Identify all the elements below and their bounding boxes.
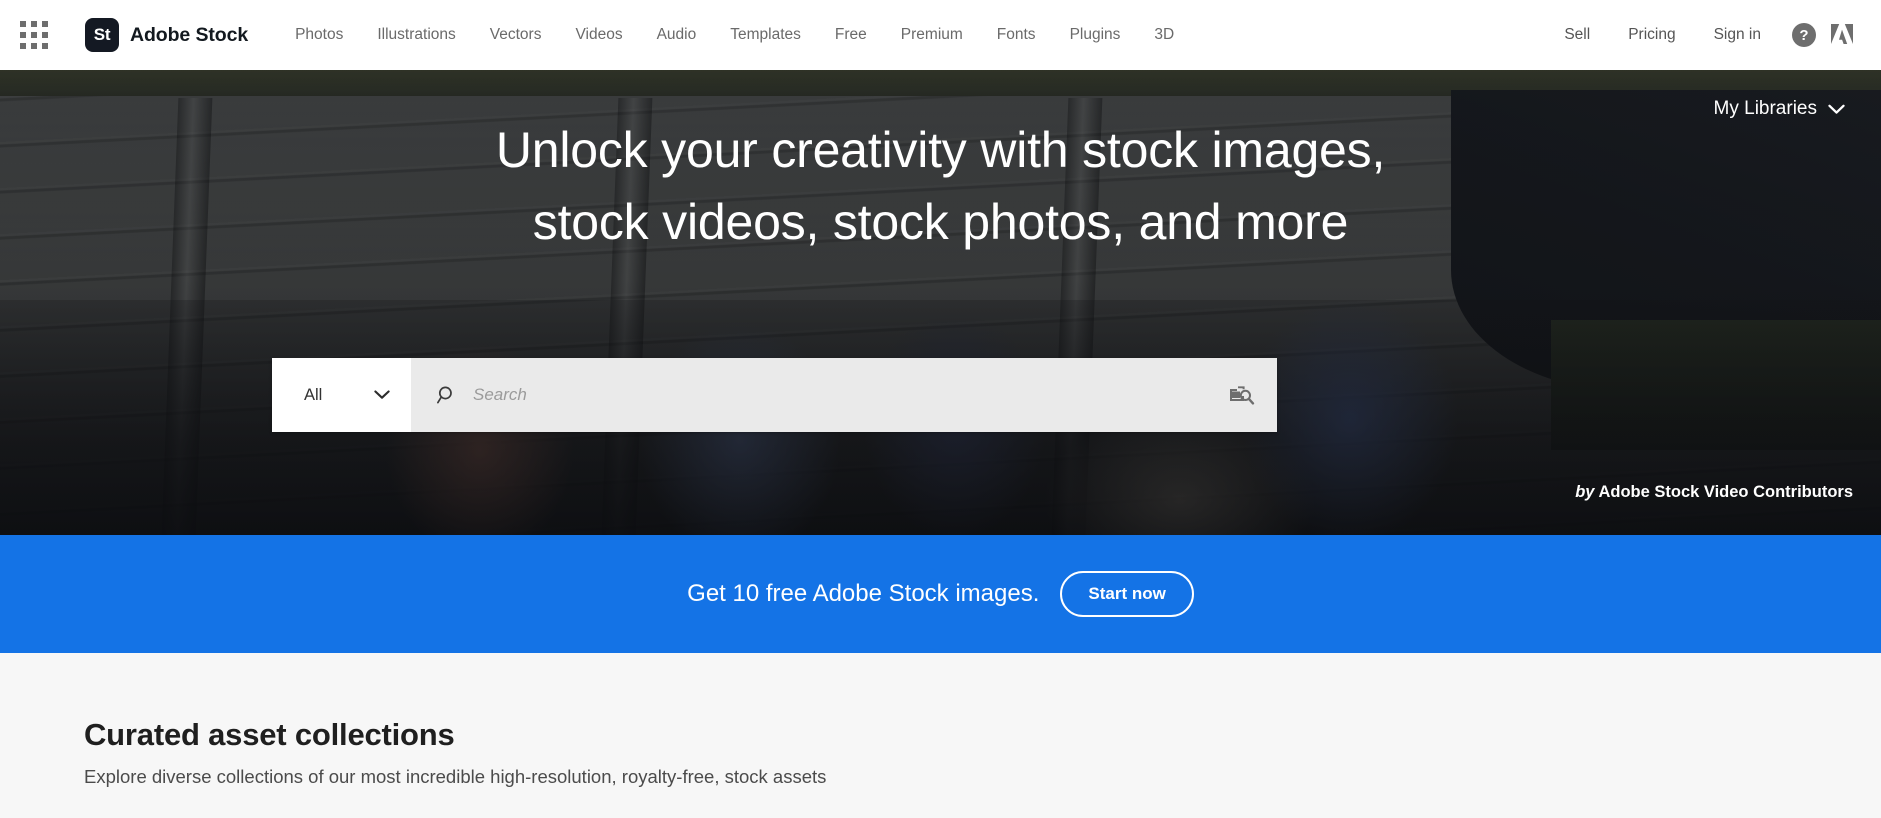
attribution-prefix: by [1575,483,1595,501]
nav-item-audio[interactable]: Audio [640,18,714,52]
primary-nav: Photos Illustrations Vectors Videos Audi… [278,18,1191,52]
nav-item-vectors[interactable]: Vectors [473,18,559,52]
help-circle-icon[interactable]: ? [1792,23,1816,47]
nav-item-photos[interactable]: Photos [278,18,360,52]
nav-item-templates[interactable]: Templates [713,18,818,52]
curated-collections-section: Curated asset collections Explore divers… [0,653,1881,818]
section-title: Curated asset collections [84,717,455,752]
brand-name: Adobe Stock [130,23,249,46]
pricing-link[interactable]: Pricing [1609,18,1694,52]
nav-item-illustrations[interactable]: Illustrations [360,18,472,52]
hero-banner: My Libraries Unlock your creativity with… [0,70,1881,535]
search-input[interactable] [473,385,1213,405]
hero-headline-line-2: stock videos, stock photos, and more [532,194,1349,250]
hero-headline: Unlock your creativity with stock images… [0,114,1881,258]
hero-content: My Libraries Unlock your creativity with… [0,70,1881,535]
hero-attribution: by Adobe Stock Video Contributors [1575,483,1853,502]
chevron-down-icon [1828,104,1845,114]
hero-headline-line-1: Unlock your creativity with stock images… [495,122,1386,178]
search-type-value: All [304,385,323,404]
magnifier-icon [437,386,452,404]
visual-search-icon[interactable] [1229,383,1255,407]
nav-item-videos[interactable]: Videos [558,18,639,52]
nav-item-premium[interactable]: Premium [884,18,980,52]
nav-item-plugins[interactable]: Plugins [1053,18,1138,52]
start-now-button[interactable]: Start now [1060,571,1194,617]
search-field-container[interactable] [411,358,1277,432]
brand-logo-link[interactable]: St Adobe Stock [85,18,248,52]
section-subtitle: Explore diverse collections of our most … [84,766,827,787]
nav-item-3d[interactable]: 3D [1137,18,1191,52]
adobe-logo-icon[interactable] [1829,22,1855,48]
global-header: St Adobe Stock Photos Illustrations Vect… [0,0,1881,70]
nav-item-free[interactable]: Free [818,18,884,52]
promo-banner: Get 10 free Adobe Stock images. Start no… [0,535,1881,653]
promo-text: Get 10 free Adobe Stock images. [687,580,1040,607]
attribution-contributor: Adobe Stock Video Contributors [1598,483,1853,501]
sign-in-link[interactable]: Sign in [1695,18,1780,52]
header-utility-nav: Sell Pricing Sign in ? [1545,18,1859,52]
search-type-dropdown[interactable]: All [272,358,411,432]
nav-item-fonts[interactable]: Fonts [980,18,1053,52]
app-grid-icon[interactable] [14,15,54,55]
adobe-stock-mark-icon: St [85,18,119,52]
sell-link[interactable]: Sell [1545,18,1609,52]
hero-search-bar: All [272,358,1277,432]
chevron-down-icon [374,390,390,399]
